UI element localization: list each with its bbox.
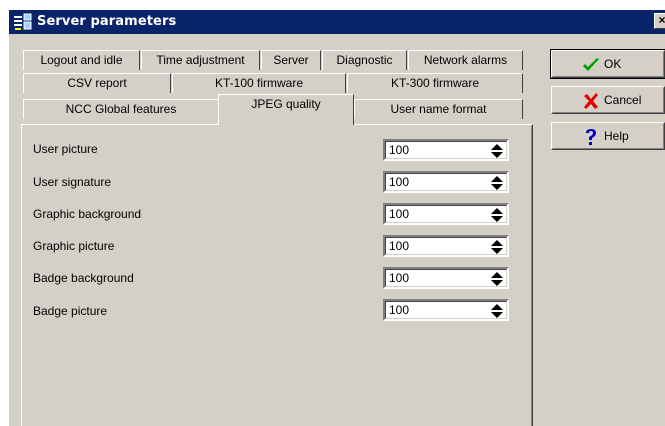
user-signature-label: User signature [33, 175, 112, 189]
spinner-arrows-icon[interactable] [491, 272, 503, 286]
server-app-icon [14, 13, 32, 30]
spinner-arrows-icon[interactable] [491, 176, 503, 190]
graphic-picture-label: Graphic picture [33, 239, 115, 253]
graphic-picture-value: 100 [389, 239, 410, 253]
x-icon [584, 93, 598, 109]
tab-server[interactable]: Server [261, 50, 321, 70]
cancel-button[interactable]: Cancel [551, 86, 665, 114]
badge-picture-label: Badge picture [33, 304, 108, 318]
checkmark-icon [583, 58, 599, 71]
spinner-arrows-icon[interactable] [491, 144, 503, 158]
close-button[interactable]: × [654, 13, 665, 29]
spinner-arrows-icon[interactable] [491, 240, 503, 254]
cancel-label: Cancel [604, 93, 642, 107]
ok-button[interactable]: OK [550, 49, 665, 79]
tab-network-alarms[interactable]: Network alarms [408, 50, 523, 70]
user-picture-label: User picture [33, 142, 98, 156]
badge-background-spinner[interactable]: 100 [383, 267, 509, 289]
window-title: Server parameters [37, 14, 177, 29]
ok-label: OK [604, 57, 622, 71]
graphic-background-spinner[interactable]: 100 [383, 203, 509, 225]
user-signature-spinner[interactable]: 100 [383, 171, 509, 193]
tab-kt300-firmware[interactable]: KT-300 firmware [347, 73, 523, 93]
tab-kt100-firmware[interactable]: KT-100 firmware [172, 73, 346, 93]
user-picture-value: 100 [389, 143, 410, 157]
help-label: Help [604, 129, 629, 143]
user-picture-spinner[interactable]: 100 [383, 139, 509, 161]
tab-ncc-global-features[interactable]: NCC Global features [23, 99, 219, 119]
tab-time-adjustment[interactable]: Time adjustment [141, 50, 260, 70]
close-icon: × [658, 13, 665, 27]
title-bar: Server parameters × [9, 10, 665, 34]
spinner-arrows-icon[interactable] [491, 208, 503, 222]
tab-jpeg-quality[interactable]: JPEG quality [218, 94, 354, 125]
tab-user-name-format[interactable]: User name format [354, 99, 523, 119]
tab-diagnostic[interactable]: Diagnostic [322, 50, 407, 70]
question-icon [586, 129, 596, 145]
user-signature-value: 100 [389, 175, 410, 189]
badge-background-value: 100 [389, 271, 410, 285]
server-parameters-dialog: Server parameters × Logout and idle Time… [8, 9, 665, 426]
badge-picture-value: 100 [389, 303, 410, 317]
badge-picture-spinner[interactable]: 100 [383, 299, 509, 321]
graphic-background-label: Graphic background [33, 207, 142, 221]
badge-background-label: Badge background [33, 271, 134, 285]
graphic-background-value: 100 [389, 207, 410, 221]
tab-logout-and-idle[interactable]: Logout and idle [23, 50, 140, 70]
graphic-picture-spinner[interactable]: 100 [383, 235, 509, 257]
spinner-arrows-icon[interactable] [491, 304, 503, 318]
tab-csv-report[interactable]: CSV report [23, 73, 171, 93]
help-button[interactable]: Help [551, 122, 665, 150]
